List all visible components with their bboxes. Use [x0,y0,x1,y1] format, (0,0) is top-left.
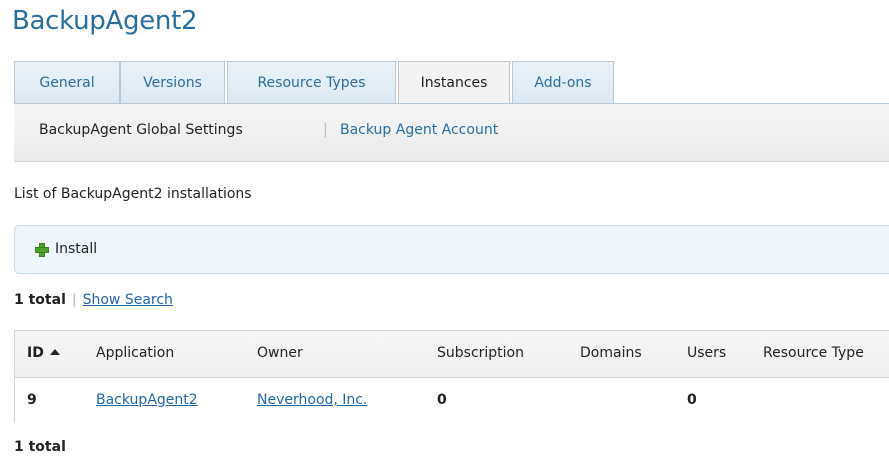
cell-application: BackupAgent2 [96,392,198,408]
toolbar: Install [14,225,889,274]
column-header-subscription[interactable]: Subscription [437,345,524,361]
column-header-application[interactable]: Application [96,345,174,361]
table-header: ID Application Owner Subscription Domain… [15,331,889,378]
sub-navigation: BackupAgent Global Settings | Backup Age… [14,104,889,162]
summary-separator: | [71,292,77,308]
plus-icon[interactable] [35,243,49,257]
column-header-id-label: ID [27,345,44,361]
list-summary: 1 total | Show Search [14,292,173,308]
column-header-id[interactable]: ID [27,345,60,361]
total-count: 1 total [14,292,66,308]
subnav-separator: | [323,122,328,138]
footer-total: 1 total [14,439,66,455]
backup-agent-account-link[interactable]: Backup Agent Account [340,122,498,138]
install-button[interactable]: Install [55,241,97,257]
cell-subscription: 0 [437,392,447,408]
tab-bar: General Versions Resource Types Instance… [14,61,889,104]
tab-resource-types[interactable]: Resource Types [227,61,396,103]
show-search-link[interactable]: Show Search [83,292,173,308]
cell-owner: Neverhood, Inc. [257,392,367,408]
cell-users: 0 [687,392,697,408]
tab-versions[interactable]: Versions [120,61,225,103]
column-header-resource-type[interactable]: Resource Type [763,345,864,361]
tab-add-ons[interactable]: Add-ons [512,61,614,103]
tab-instances[interactable]: Instances [398,61,510,104]
application-link[interactable]: BackupAgent2 [96,392,198,408]
column-header-domains[interactable]: Domains [580,345,642,361]
cell-id: 9 [27,392,37,408]
global-settings-link[interactable]: BackupAgent Global Settings [39,122,243,138]
column-header-owner[interactable]: Owner [257,345,303,361]
instances-table: ID Application Owner Subscription Domain… [14,330,889,423]
column-header-users[interactable]: Users [687,345,726,361]
tab-general[interactable]: General [14,61,120,103]
table-row: 9 BackupAgent2 Neverhood, Inc. 0 0 [15,378,889,423]
sort-ascending-icon [49,349,60,355]
owner-link[interactable]: Neverhood, Inc. [257,392,367,408]
page-description: List of BackupAgent2 installations [14,186,252,202]
page-title: BackupAgent2 [12,6,198,36]
